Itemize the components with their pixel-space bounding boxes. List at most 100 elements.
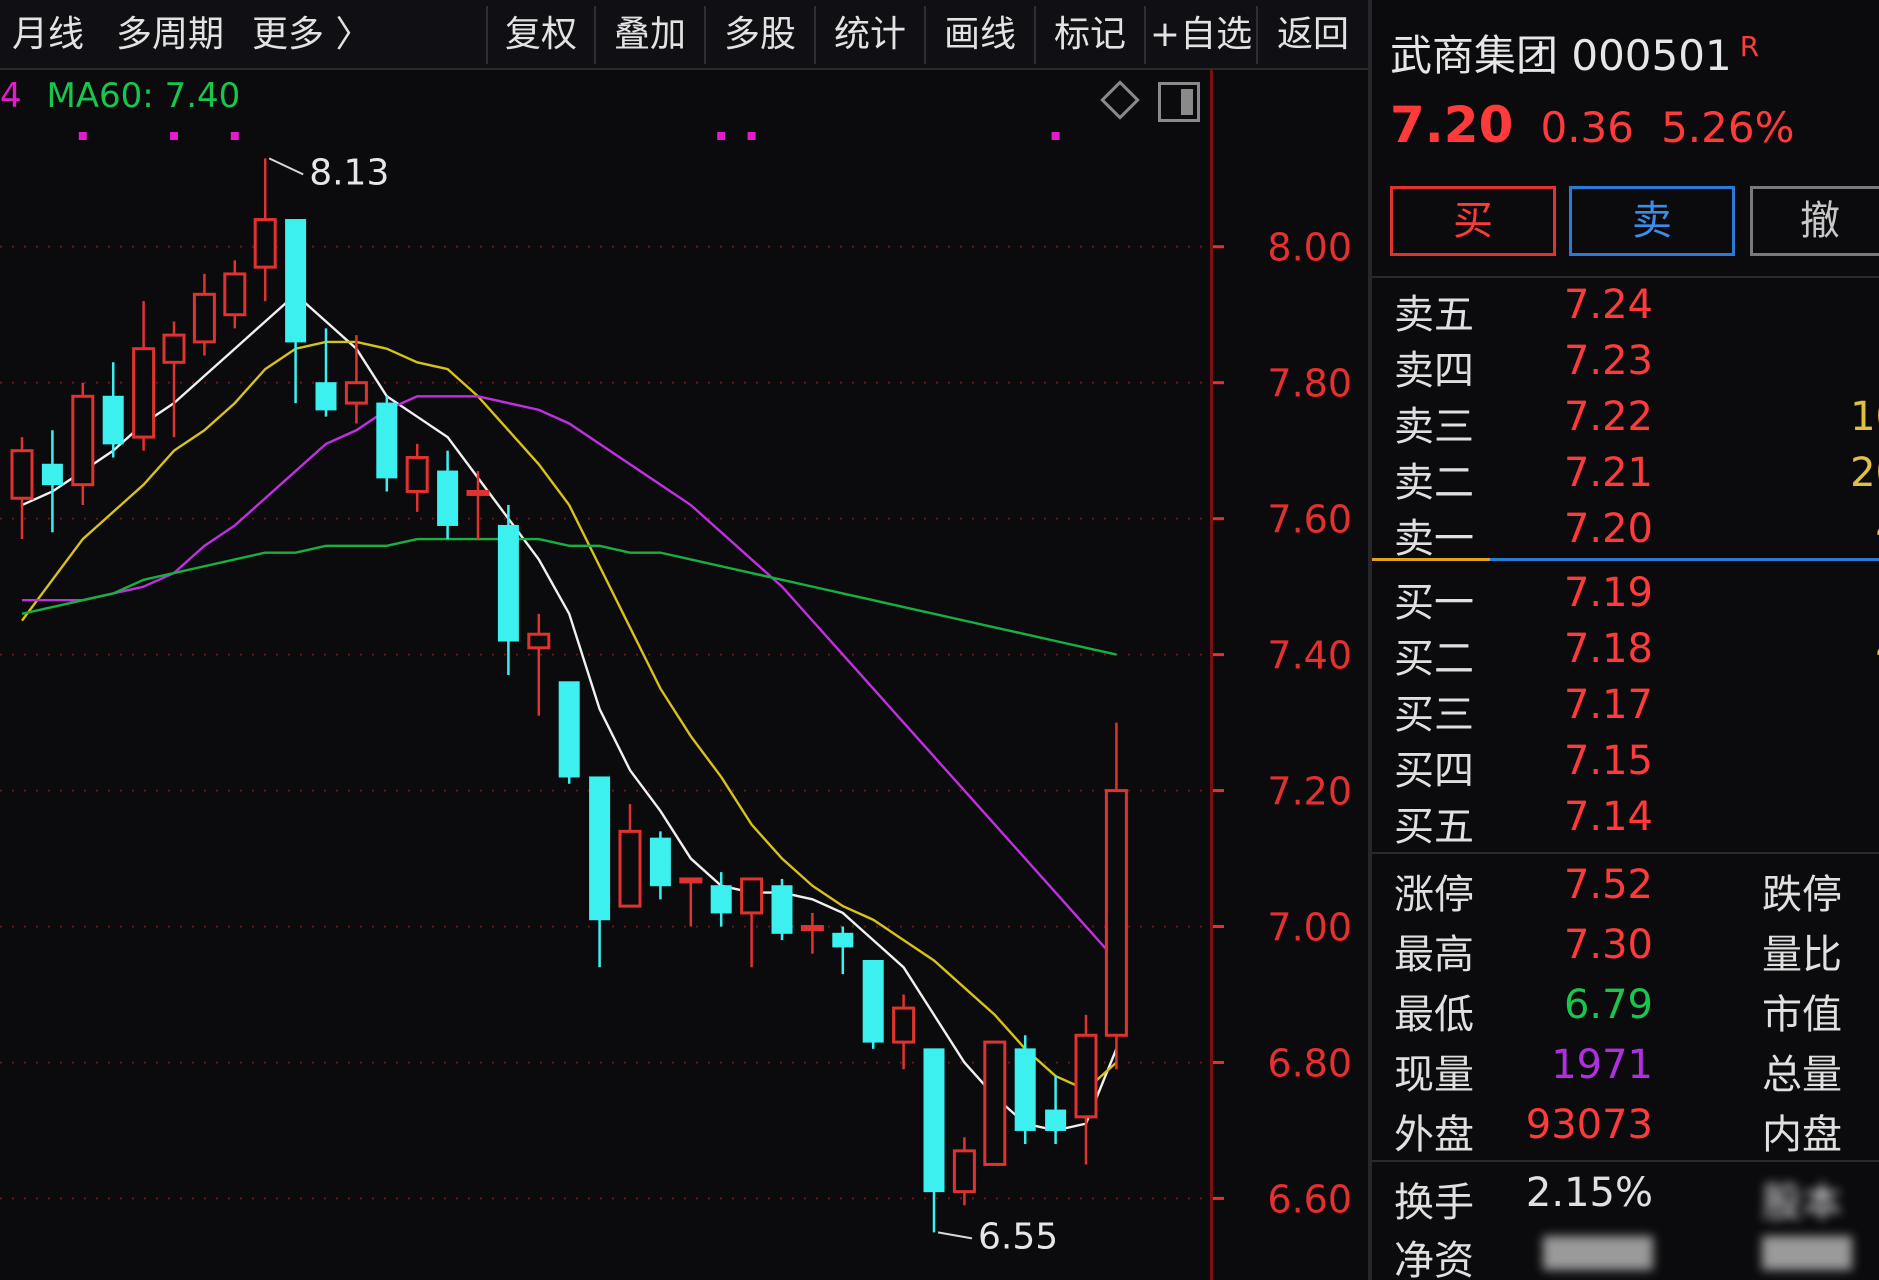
statistics-button[interactable]: 统计 — [814, 6, 924, 64]
ask-price: 7.20 — [1563, 506, 1653, 552]
stat-value: 1971 — [1551, 1042, 1653, 1088]
candlestick-chart[interactable]: 8.00 7.80 7.60 7.40 7.20 7.00 6.80 6.60 8.13 6.55 — [0, 70, 1368, 1280]
y-tick-label: 7.60 — [1267, 498, 1352, 542]
annotation-pointer — [937, 1231, 973, 1240]
signal-dot — [230, 132, 239, 140]
bid-row[interactable]: 买五 7.14 — [1372, 788, 1879, 850]
stat-label-2: 股本 — [1762, 1180, 1842, 1226]
candle-down — [1045, 1109, 1067, 1131]
book-divider-right — [1490, 558, 1879, 561]
ask-row[interactable]: 卖五 7.24 1 — [1372, 276, 1879, 338]
y-tick-label: 6.80 — [1267, 1041, 1352, 1085]
candle-up — [192, 292, 216, 344]
bid-label: 买五 — [1394, 804, 1474, 850]
stat-value: 2.15% — [1525, 1170, 1653, 1216]
multi-stock-button[interactable]: 多股 — [704, 6, 814, 64]
candle-down — [771, 885, 793, 934]
stat-row-high: 最高 7.30 量比 — [1372, 916, 1879, 978]
panel-toggle-icon[interactable] — [1158, 82, 1200, 122]
divider — [1372, 852, 1879, 854]
candle-down — [589, 776, 611, 921]
candle-down — [710, 885, 732, 914]
ask-row[interactable]: 卖一 7.20 4 — [1372, 500, 1879, 562]
sell-button[interactable]: 卖 — [1569, 186, 1735, 256]
bid-volume: 1 — [1876, 570, 1879, 616]
y-tick-label: 7.80 — [1267, 362, 1352, 406]
adjust-button[interactable]: 复权 — [486, 6, 594, 64]
candle-down — [285, 219, 307, 343]
stat-label-2: 量比 — [1762, 932, 1842, 978]
stat-label-2: 内盘 — [1762, 1112, 1842, 1158]
stat-row-current-volume: 现量 1971 总量 — [1372, 1036, 1879, 1098]
candle-down — [437, 470, 459, 526]
mark-button[interactable]: 标记 — [1034, 6, 1144, 64]
candle-up — [405, 455, 429, 493]
y-tick-label: 7.00 — [1267, 906, 1352, 950]
chart-toolbar: 月线 多周期 更多 〉 复权 叠加 多股 统计 画线 标记 +自选 返回 — [0, 0, 1368, 70]
candle-up — [892, 1006, 916, 1044]
candle-up — [527, 632, 551, 650]
overlay-button[interactable]: 叠加 — [594, 6, 704, 64]
stat-value-obscured — [1543, 1236, 1653, 1270]
ma-legend: 4 MA60: 7.40 — [0, 76, 240, 116]
stat-label: 净资 — [1394, 1238, 1474, 1280]
candle-up — [71, 394, 95, 487]
stat-value: 93073 — [1525, 1102, 1653, 1148]
price-change-pct: 5.26% — [1661, 103, 1795, 152]
multi-period[interactable]: 多周期 — [116, 0, 224, 70]
add-watchlist-button[interactable]: +自选 — [1144, 6, 1256, 64]
ask-volume: 10 — [1850, 394, 1879, 440]
candle-up — [253, 218, 277, 269]
bid-row[interactable]: 买二 7.18 4 — [1372, 620, 1879, 682]
candle-down — [102, 395, 124, 445]
ask-volume: 4 — [1876, 506, 1879, 552]
stat-label-2: 跌停 — [1762, 872, 1842, 918]
y-tick-label: 7.40 — [1267, 634, 1352, 678]
ask-label: 卖一 — [1394, 516, 1474, 562]
stat-row-outer-volume: 外盘 93073 内盘 — [1372, 1096, 1879, 1158]
candle-down — [923, 1048, 945, 1193]
stat-row-net-assets: 净资 — [1372, 1222, 1879, 1280]
bid-row[interactable]: 买一 7.19 1 — [1372, 564, 1879, 626]
stat-row-low: 最低 6.79 市值 — [1372, 976, 1879, 1038]
ask-volume: 1 — [1876, 282, 1879, 328]
bid-row[interactable]: 买四 7.15 — [1372, 732, 1879, 794]
ask-price: 7.23 — [1563, 338, 1653, 384]
kline-chart-area[interactable]: 8.00 7.80 7.60 7.40 7.20 7.00 6.80 6.60 8.13 6.55… — [0, 70, 1352, 1280]
more-menu[interactable]: 更多 〉 — [252, 0, 371, 70]
bid-price: 7.18 — [1563, 626, 1653, 672]
y-tick-label: 7.20 — [1267, 770, 1352, 814]
candle-up — [1074, 1033, 1098, 1119]
quote-panel: 武商集团 000501 R 7.20 0.36 5.26% 买 卖 撤 卖五 7.… — [1372, 0, 1879, 1280]
bid-price: 7.17 — [1563, 682, 1653, 728]
bid-price: 7.19 — [1563, 570, 1653, 616]
candle-up — [466, 489, 490, 496]
ask-price: 7.24 — [1563, 282, 1653, 328]
stat-label: 外盘 — [1394, 1112, 1474, 1158]
ask-volume: 20 — [1850, 450, 1879, 496]
back-button[interactable]: 返回 — [1256, 6, 1368, 64]
bid-row[interactable]: 买三 7.17 1 — [1372, 676, 1879, 738]
ma-line-ma20 — [22, 395, 1118, 962]
stat-label: 换手 — [1394, 1180, 1474, 1226]
divider — [1372, 1160, 1879, 1162]
cancel-order-button[interactable]: 撤 — [1750, 186, 1879, 256]
last-price: 7.20 — [1390, 96, 1514, 154]
price-row: 7.20 0.36 5.26% — [1390, 96, 1795, 154]
stat-row-limit-up: 涨停 7.52 跌停 — [1372, 856, 1879, 918]
stock-name-code: 武商集团 000501 — [1390, 31, 1732, 80]
ask-row[interactable]: 卖三 7.22 10 — [1372, 388, 1879, 450]
candle-down — [497, 524, 519, 642]
candle-up — [344, 381, 368, 405]
low-annotation: 6.55 — [978, 1216, 1058, 1257]
candle-up — [679, 877, 703, 884]
buy-button[interactable]: 买 — [1390, 186, 1556, 256]
signal-dot — [78, 132, 87, 140]
candle-down — [558, 681, 580, 778]
ask-row[interactable]: 卖二 7.21 20 — [1372, 444, 1879, 506]
draw-line-button[interactable]: 画线 — [924, 6, 1034, 64]
period-monthly[interactable]: 月线 — [12, 0, 84, 70]
bid-price: 7.15 — [1563, 738, 1653, 784]
candle-up — [952, 1149, 976, 1194]
ask-row[interactable]: 卖四 7.23 1 — [1372, 332, 1879, 394]
